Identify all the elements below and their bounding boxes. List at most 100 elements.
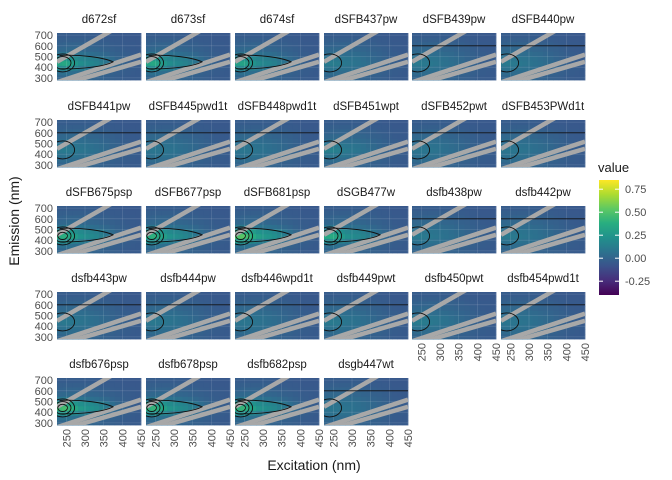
heatmap-cell	[459, 129, 465, 135]
heatmap-cell	[151, 215, 157, 221]
heatmap-cell	[292, 387, 299, 393]
heatmap-cell	[203, 224, 210, 230]
heatmap-cell	[214, 210, 220, 216]
heatmap-cell	[433, 292, 439, 298]
heatmap-cell	[553, 310, 560, 316]
heatmap-cell	[480, 120, 486, 126]
heatmap-cell	[156, 206, 163, 212]
heatmap-cell	[564, 220, 570, 226]
facet-panel: dsfb454pwd1t250 300 350 400 450	[501, 273, 592, 361]
heatmap-cell	[93, 215, 100, 221]
heatmap-cell	[480, 210, 486, 216]
heatmap-cell	[548, 220, 554, 226]
heatmap-cell	[522, 148, 528, 154]
heatmap-cell	[146, 152, 152, 158]
x-tick-label: 250	[239, 429, 251, 447]
heatmap-cell	[308, 37, 315, 43]
heatmap-cell	[459, 229, 465, 235]
heatmap-cell	[532, 224, 539, 230]
heatmap-cell	[548, 215, 554, 221]
heatmap-cell	[177, 306, 184, 312]
heatmap-cell	[527, 143, 533, 149]
heatmap-cell	[161, 210, 168, 216]
heatmap-cell	[485, 124, 492, 130]
heatmap-cell	[459, 301, 465, 307]
heatmap-cell	[308, 134, 315, 140]
heatmap-cell	[93, 301, 100, 307]
heatmap-cell	[125, 215, 131, 221]
heatmap-cell	[360, 148, 367, 154]
heatmap-cell	[193, 51, 199, 57]
x-tick-label: 400	[561, 343, 573, 361]
heatmap-cell	[313, 215, 320, 221]
heatmap-cell	[298, 215, 304, 221]
heatmap-cell	[292, 310, 299, 316]
heatmap-cell	[156, 387, 163, 393]
heatmap-cell	[198, 143, 205, 149]
heatmap-cell	[397, 296, 404, 302]
heatmap-cell	[433, 61, 439, 67]
facet-panel: dSFB451wpt	[324, 101, 409, 168]
heatmap-cell	[402, 33, 409, 39]
heatmap-cell	[287, 210, 294, 216]
heatmap-cell	[161, 234, 168, 240]
heatmap-cell	[387, 220, 393, 226]
heatmap-cell	[193, 210, 199, 216]
heatmap-cell	[182, 406, 189, 412]
heatmap-cell	[224, 157, 231, 163]
facet-strip-label: dsfb678psp	[158, 359, 217, 371]
eem-facet-chart: d672sf300400500600700d673sf d674sf dSFB437…	[6, 14, 650, 473]
heatmap-cell	[417, 124, 423, 130]
heatmap-cell	[553, 315, 560, 321]
heatmap-cell	[464, 315, 471, 321]
heatmap-cell	[564, 306, 570, 312]
heatmap-cell	[422, 215, 429, 221]
heatmap-cell	[574, 292, 581, 298]
facet-panel: dsfb444pw	[146, 273, 231, 340]
heatmap-cell	[266, 143, 273, 149]
heatmap-cell	[114, 37, 121, 43]
heatmap-cell	[569, 120, 575, 126]
heatmap-cell	[240, 292, 246, 298]
heatmap-cell	[376, 301, 383, 307]
heatmap-cell	[579, 157, 586, 163]
heatmap-cell	[569, 42, 575, 48]
heatmap-cell	[564, 124, 570, 130]
heatmap-cell	[250, 37, 257, 43]
heatmap-cell	[532, 234, 539, 240]
heatmap-cell	[104, 396, 110, 402]
heatmap-cell	[506, 42, 512, 48]
heatmap-cell	[417, 37, 423, 43]
heatmap-cell	[198, 215, 205, 221]
heatmap-cell	[485, 306, 492, 312]
heatmap-cell	[376, 138, 383, 144]
heatmap-cell	[203, 47, 210, 53]
heatmap-cell	[475, 206, 481, 212]
heatmap-cell	[501, 47, 507, 53]
y-tick-label: 700	[35, 375, 53, 387]
heatmap-cell	[151, 210, 157, 216]
heatmap-cell	[548, 138, 554, 144]
heatmap-cell	[261, 138, 267, 144]
heatmap-cell	[574, 220, 581, 226]
heatmap-cell	[167, 33, 173, 39]
heatmap-cell	[438, 56, 444, 62]
heatmap-cell	[579, 206, 586, 212]
heatmap-cell	[308, 243, 315, 249]
heatmap-cell	[579, 210, 586, 216]
heatmap-cell	[88, 306, 95, 312]
heatmap-cell	[219, 120, 226, 126]
heatmap-cell	[214, 415, 220, 421]
heatmap-cell	[120, 37, 126, 43]
heatmap-cell	[256, 138, 262, 144]
heatmap-cell	[490, 238, 497, 244]
heatmap-cell	[427, 120, 434, 126]
heatmap-cell	[469, 292, 476, 298]
heatmap-cell	[125, 33, 131, 39]
heatmap-cell	[371, 138, 377, 144]
heatmap-cell	[427, 206, 434, 212]
heatmap-cell	[448, 56, 455, 62]
heatmap-cell	[282, 47, 288, 53]
y-tick-label: 300	[35, 160, 53, 172]
heatmap-cell	[381, 210, 388, 216]
